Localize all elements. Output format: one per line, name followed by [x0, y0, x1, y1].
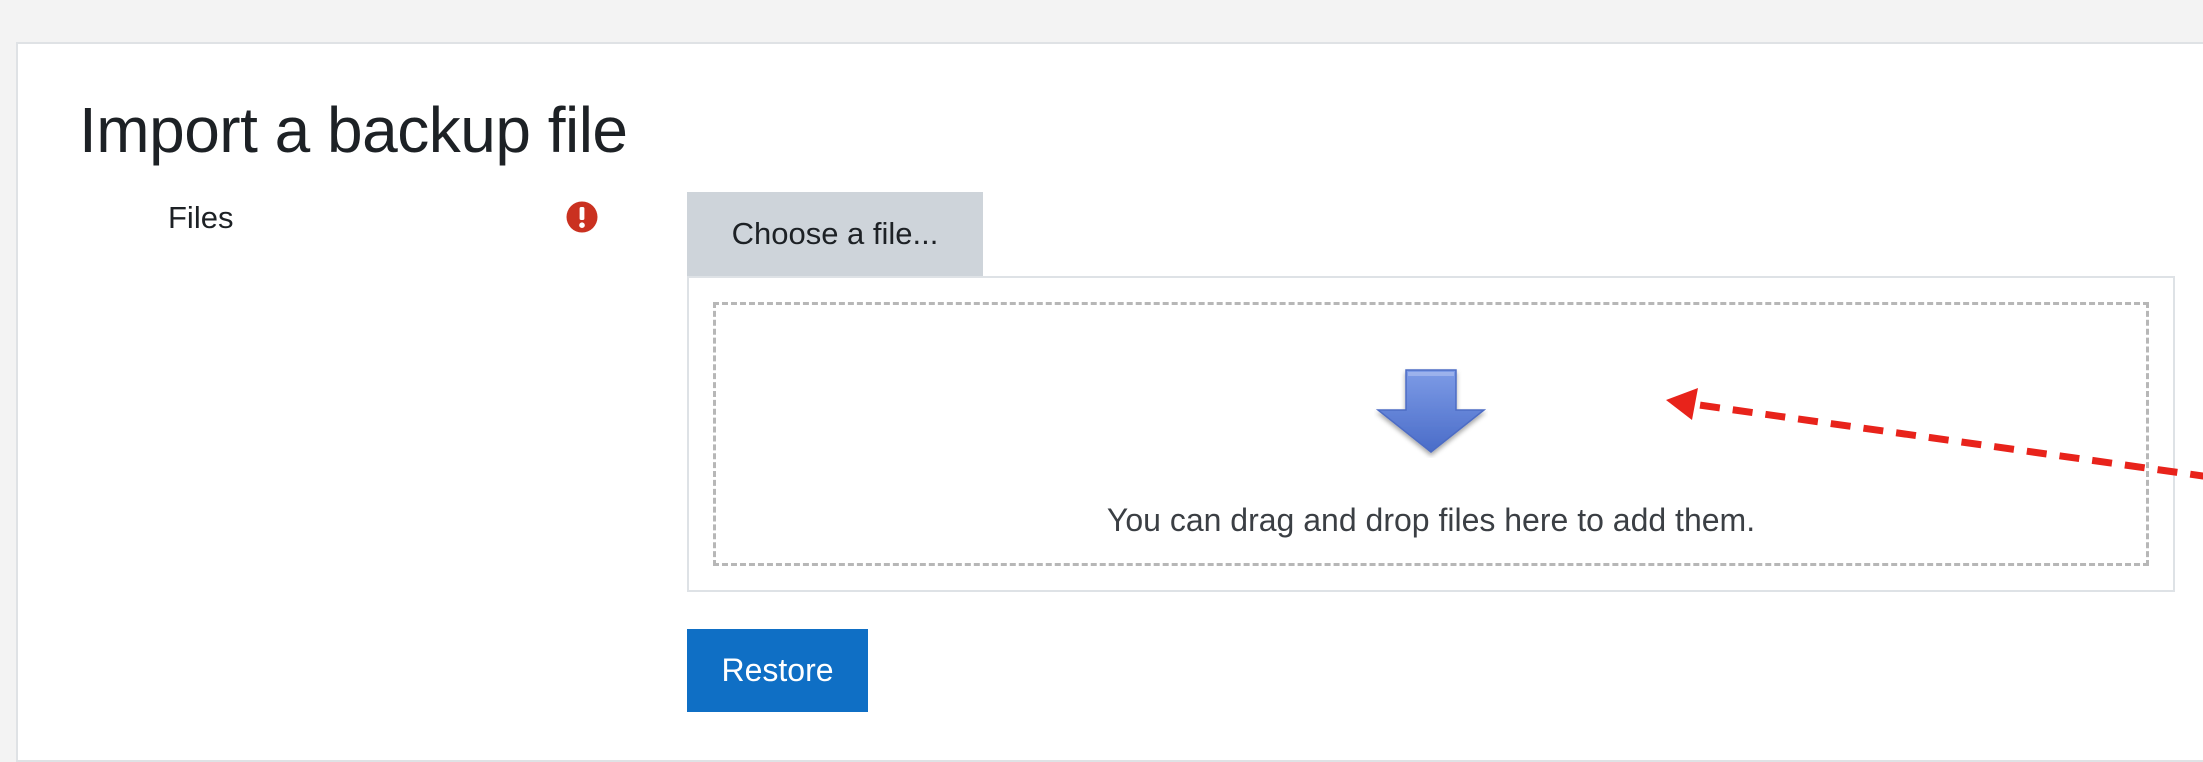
drop-message: You can drag and drop files here to add …	[1106, 502, 1756, 538]
exclamation-circle-icon	[566, 201, 598, 233]
restore-button[interactable]: Restore	[687, 629, 868, 712]
down-arrow-icon	[1375, 369, 1487, 453]
dashed-arrow-icon	[1666, 388, 2203, 480]
files-label: Files	[168, 200, 234, 235]
choose-file-button[interactable]: Choose a file...	[687, 192, 983, 276]
page-title: Import a backup file	[79, 94, 628, 166]
